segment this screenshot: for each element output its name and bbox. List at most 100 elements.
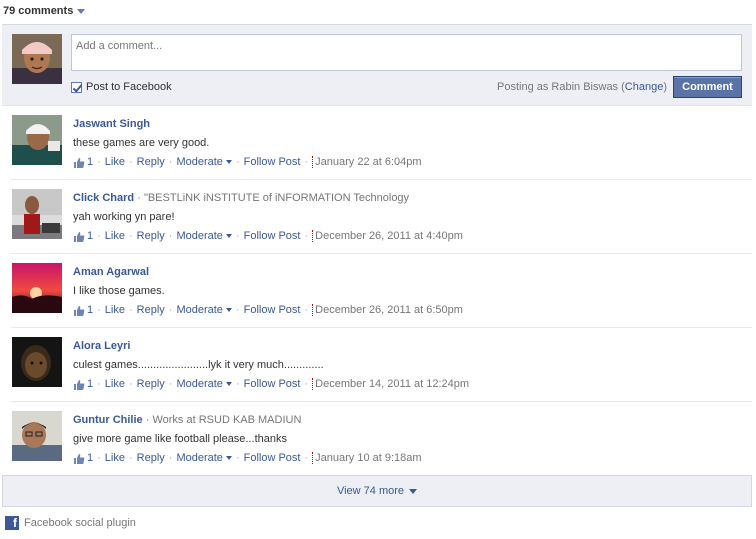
timestamp-divider xyxy=(312,378,314,390)
separator: · xyxy=(235,378,240,390)
moderate-dropdown[interactable]: Moderate xyxy=(176,452,232,464)
comment-timestamp[interactable]: December 14, 2011 at 12:24pm xyxy=(315,378,469,390)
reply-link[interactable]: Reply xyxy=(137,304,165,316)
like-count[interactable]: 1 xyxy=(87,304,93,316)
comment-button[interactable]: Comment xyxy=(673,76,742,98)
moderate-dropdown[interactable]: Moderate xyxy=(176,304,232,316)
comment-author[interactable]: Aman Agarwal xyxy=(73,266,149,278)
follow-post-link[interactable]: Follow Post xyxy=(244,378,301,390)
chevron-down-icon xyxy=(225,308,232,313)
reply-link[interactable]: Reply xyxy=(137,230,165,242)
commenter-avatar[interactable] xyxy=(12,411,62,461)
follow-post-link[interactable]: Follow Post xyxy=(244,156,301,168)
separator: · xyxy=(97,304,101,316)
thumbs-up-icon[interactable] xyxy=(73,305,85,316)
comment-timestamp[interactable]: January 10 at 9:18am xyxy=(315,452,421,464)
social-plugin-footer[interactable]: f Facebook social plugin xyxy=(5,516,136,530)
comment-actions: 1 · Like · Reply · Moderate · Follow Pos… xyxy=(73,377,752,391)
commenter-avatar[interactable] xyxy=(12,115,62,165)
separator: · xyxy=(304,378,309,390)
comment-timestamp[interactable]: January 22 at 6:04pm xyxy=(315,156,421,168)
chevron-down-icon xyxy=(225,456,232,461)
comment-author[interactable]: Jaswant Singh xyxy=(73,118,150,130)
moderate-dropdown[interactable]: Moderate xyxy=(176,156,232,168)
chevron-down-icon xyxy=(225,234,232,239)
like-count[interactable]: 1 xyxy=(87,156,93,168)
chevron-down-icon xyxy=(409,488,418,494)
comment-author[interactable]: Guntur Chilie xyxy=(73,414,143,426)
commenter-avatar[interactable] xyxy=(12,189,62,239)
comment-actions: 1 · Like · Reply · Moderate · Follow Pos… xyxy=(73,155,752,169)
follow-post-link[interactable]: Follow Post xyxy=(244,304,301,316)
facebook-logo-icon: f xyxy=(5,516,19,530)
separator: · xyxy=(235,304,240,316)
thumbs-up-icon[interactable] xyxy=(73,231,85,242)
comment-actions: 1 · Like · Reply · Moderate · Follow Pos… xyxy=(73,451,752,465)
thumbs-up-icon[interactable] xyxy=(73,157,85,168)
timestamp-divider xyxy=(312,304,314,316)
like-link[interactable]: Like xyxy=(105,378,125,390)
moderate-label: Moderate xyxy=(176,230,223,242)
comment-author[interactable]: Alora Leyri xyxy=(73,340,130,352)
comment-text: these games are very good. xyxy=(73,137,210,149)
like-link[interactable]: Like xyxy=(105,304,125,316)
affiliation-text: Works at RSUD KAB MADIUN xyxy=(152,414,302,426)
moderate-label: Moderate xyxy=(176,452,223,464)
posting-as-text: Posting as Rabin Biswas (Change) xyxy=(497,81,667,93)
comment-item: Jaswant Singh these games are very good.… xyxy=(11,106,752,180)
comment-item: Alora Leyri culest games................… xyxy=(11,328,752,402)
chevron-down-icon[interactable] xyxy=(77,9,86,14)
separator: · xyxy=(235,230,240,242)
separator: · xyxy=(304,156,309,168)
like-count[interactable]: 1 xyxy=(87,230,93,242)
separator: · xyxy=(97,156,101,168)
like-link[interactable]: Like xyxy=(105,230,125,242)
commenter-avatar[interactable] xyxy=(12,337,62,387)
follow-post-link[interactable]: Follow Post xyxy=(244,230,301,242)
checkbox-checked-icon[interactable] xyxy=(71,81,82,93)
comment-affiliation: · Works at RSUD KAB MADIUN xyxy=(145,414,302,426)
moderate-label: Moderate xyxy=(176,378,223,390)
comment-actions: 1 · Like · Reply · Moderate · Follow Pos… xyxy=(73,303,752,317)
timestamp-divider xyxy=(312,230,314,242)
separator: · xyxy=(128,230,133,242)
separator: · xyxy=(97,230,101,242)
separator: · xyxy=(304,230,309,242)
separator: · xyxy=(128,304,133,316)
moderate-dropdown[interactable]: Moderate xyxy=(176,378,232,390)
like-link[interactable]: Like xyxy=(105,452,125,464)
comment-input[interactable]: Add a comment... xyxy=(71,34,742,71)
thumbs-up-icon[interactable] xyxy=(73,379,85,390)
post-to-facebook-toggle[interactable]: Post to Facebook xyxy=(71,81,172,93)
like-link[interactable]: Like xyxy=(105,156,125,168)
separator: · xyxy=(128,378,133,390)
reply-link[interactable]: Reply xyxy=(137,378,165,390)
reply-link[interactable]: Reply xyxy=(137,156,165,168)
moderate-label: Moderate xyxy=(176,156,223,168)
separator: · xyxy=(97,452,101,464)
chevron-down-icon xyxy=(225,382,232,387)
view-more-button[interactable]: View 74 more xyxy=(2,475,752,507)
thumbs-up-icon[interactable] xyxy=(73,453,85,464)
current-user-avatar xyxy=(12,34,62,84)
change-user-link[interactable]: Change xyxy=(625,81,664,93)
like-count[interactable]: 1 xyxy=(87,378,93,390)
separator: · xyxy=(168,378,173,390)
timestamp-divider xyxy=(312,452,314,464)
comment-affiliation: · "BESTLiNK iNSTITUTE of iNFORMATION Tec… xyxy=(137,192,410,204)
separator: · xyxy=(168,230,173,242)
moderate-label: Moderate xyxy=(176,304,223,316)
comment-text: yah working yn pare! xyxy=(73,211,175,223)
comment-item: Click Chard · "BESTLiNK iNSTITUTE of iNF… xyxy=(11,180,752,254)
comments-count-header[interactable]: 79 comments xyxy=(3,4,86,18)
commenter-avatar[interactable] xyxy=(12,263,62,313)
comment-timestamp[interactable]: December 26, 2011 at 4:40pm xyxy=(315,230,463,242)
like-count[interactable]: 1 xyxy=(87,452,93,464)
comment-timestamp[interactable]: December 26, 2011 at 6:50pm xyxy=(315,304,463,316)
reply-link[interactable]: Reply xyxy=(137,452,165,464)
moderate-dropdown[interactable]: Moderate xyxy=(176,230,232,242)
follow-post-link[interactable]: Follow Post xyxy=(244,452,301,464)
separator: · xyxy=(168,156,173,168)
comment-author[interactable]: Click Chard xyxy=(73,192,134,204)
separator: · xyxy=(235,452,240,464)
